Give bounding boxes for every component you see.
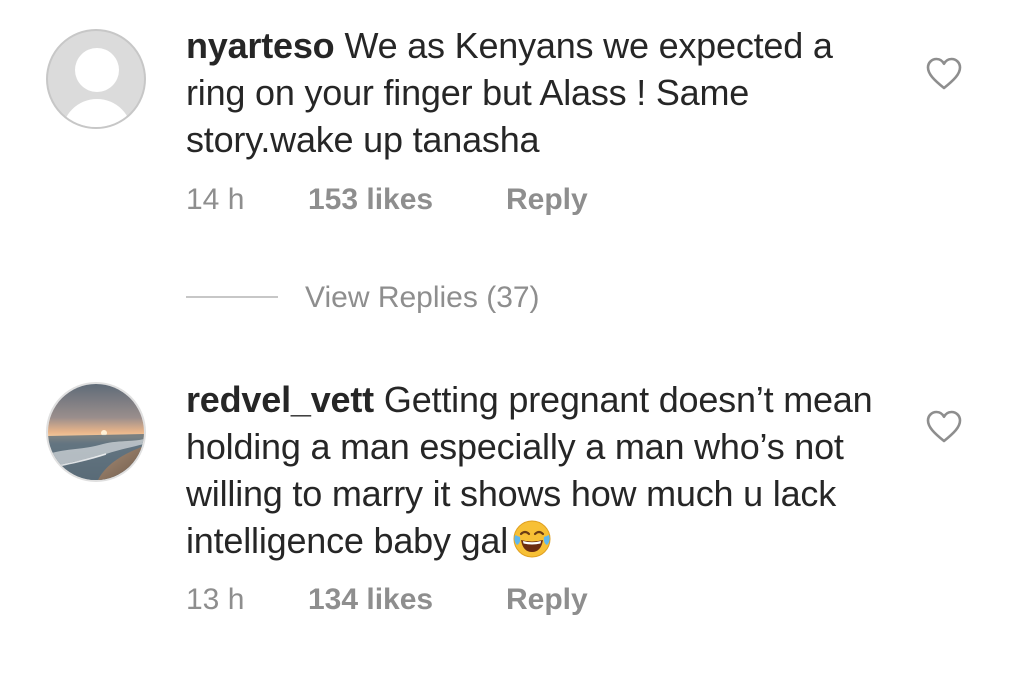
avatar[interactable]	[46, 29, 146, 129]
heart-icon[interactable]	[926, 410, 962, 444]
comment-username[interactable]: redvel_vett	[186, 379, 374, 420]
heart-icon[interactable]	[926, 57, 962, 91]
avatar-head-shape	[75, 48, 119, 92]
avatar-body-shape	[62, 99, 132, 127]
likes-count-button[interactable]: 134 likes	[308, 580, 433, 620]
comment-meta: 13 h 134 likes Reply	[186, 580, 686, 620]
view-replies-label: View Replies (37)	[305, 281, 540, 314]
avatar[interactable]	[46, 382, 146, 482]
comment-username[interactable]: nyarteso	[186, 25, 335, 66]
divider-line	[186, 296, 278, 298]
beach-sunset-image	[48, 384, 144, 480]
comment-text: redvel_vett Getting pregnant doesn’t mean…	[186, 376, 886, 564]
likes-count-button[interactable]: 153 likes	[308, 180, 433, 220]
comment-item: redvel_vett Getting pregnant doesn’t mean…	[0, 360, 1024, 660]
comment-meta: 14 h 153 likes Reply	[186, 180, 686, 220]
comment-item: nyarteso We as Kenyans we expected a ring…	[0, 0, 1024, 240]
reply-button[interactable]: Reply	[506, 580, 588, 620]
face-with-tears-of-joy-icon	[512, 519, 552, 559]
reply-button[interactable]: Reply	[506, 180, 588, 220]
comment-timestamp: 13 h	[186, 583, 245, 616]
view-replies-button[interactable]: View Replies (37)	[186, 278, 686, 318]
comment-text: nyarteso We as Kenyans we expected a ring…	[186, 22, 886, 163]
comment-timestamp: 14 h	[186, 183, 245, 216]
